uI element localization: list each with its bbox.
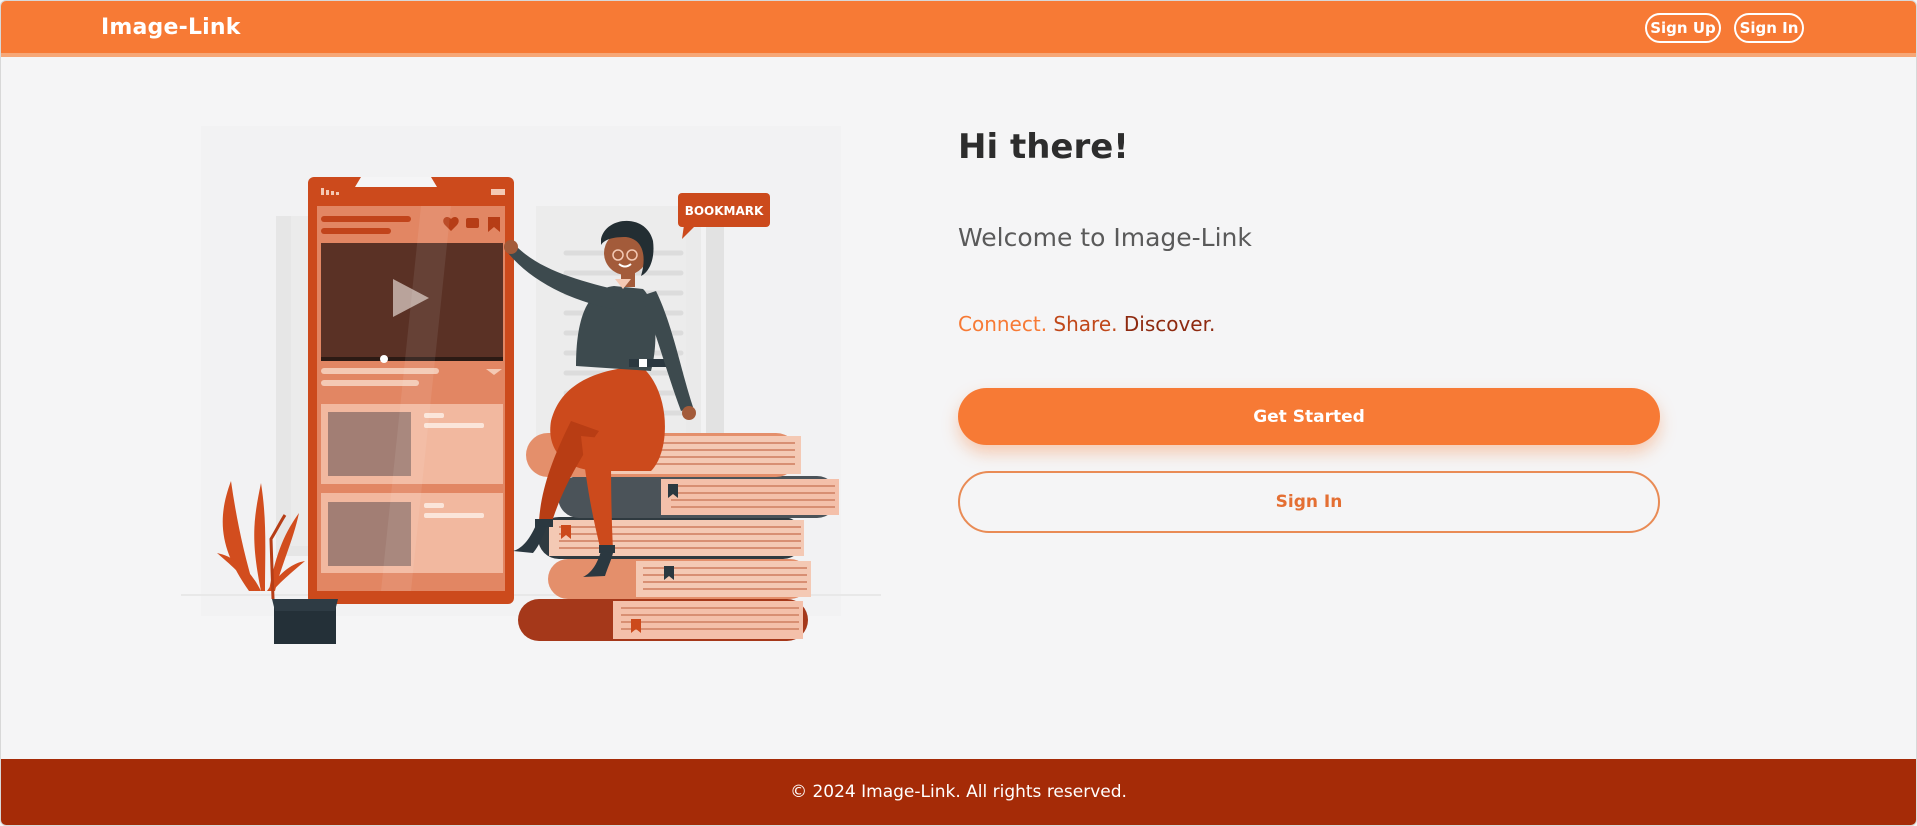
header-sign-in-button[interactable]: Sign In [1734, 13, 1804, 43]
tagline: Connect. Share. Discover. [958, 312, 1215, 336]
tagline-share: Share. [1053, 312, 1118, 336]
footer: © 2024 Image-Link. All rights reserved. [1, 759, 1916, 825]
page-frame: Image-Link Sign Up Sign In BOOKMARK Hi t… [0, 0, 1917, 826]
get-started-button[interactable]: Get Started [958, 388, 1660, 445]
welcome-text: Welcome to Image-Link [958, 223, 1252, 252]
header-sign-up-button[interactable]: Sign Up [1645, 13, 1721, 43]
sign-in-button[interactable]: Sign In [958, 471, 1660, 533]
woman-on-books-illustration: BOOKMARK [181, 126, 881, 644]
logo[interactable]: Image-Link [101, 15, 241, 40]
copyright-text: © 2024 Image-Link. All rights reserved. [790, 782, 1127, 802]
bookmark-label: BOOKMARK [685, 204, 764, 218]
greeting-heading: Hi there! [958, 127, 1129, 167]
tagline-connect: Connect. [958, 312, 1048, 336]
top-navbar: Image-Link Sign Up Sign In [1, 1, 1916, 57]
hero-illustration: BOOKMARK [181, 121, 881, 661]
comment-icon [466, 218, 479, 228]
tagline-discover: Discover. [1123, 312, 1216, 336]
